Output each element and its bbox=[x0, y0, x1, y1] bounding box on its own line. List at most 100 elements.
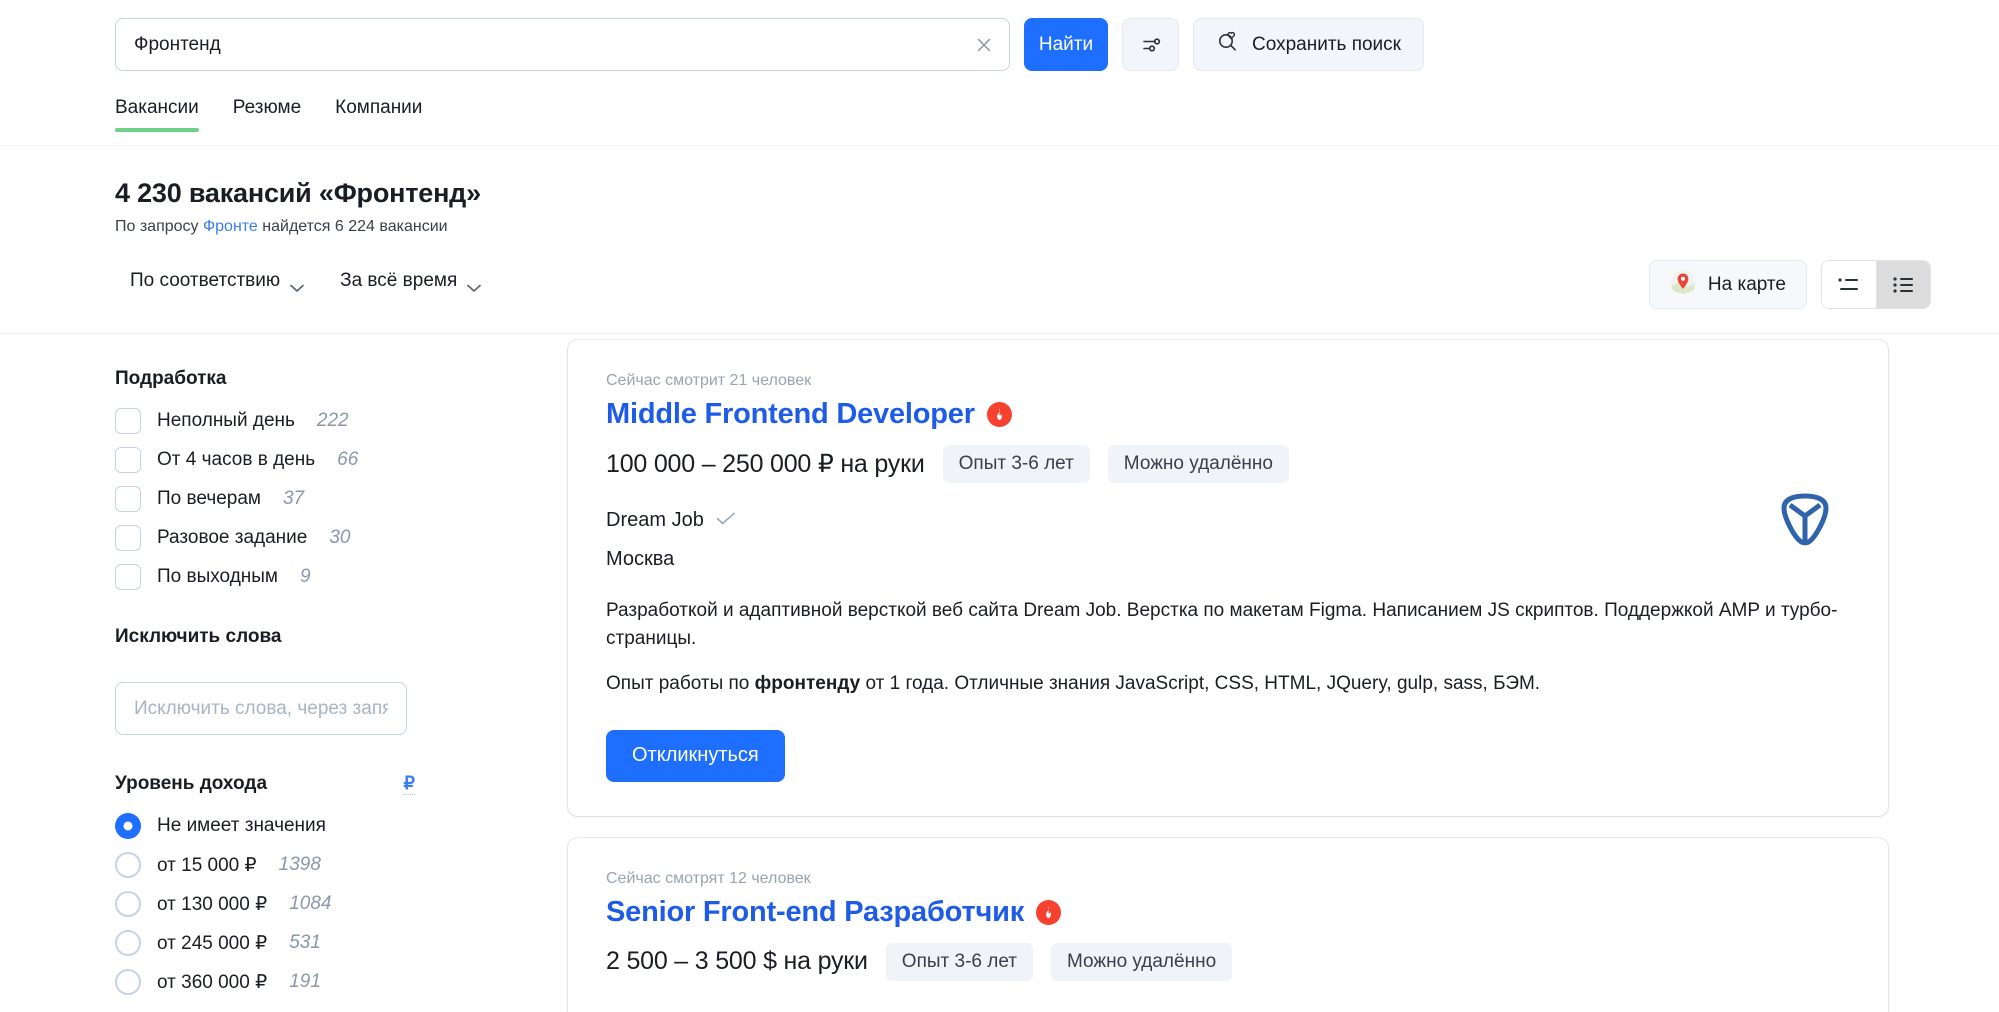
filter-option-count: 30 bbox=[329, 527, 350, 549]
filter-option-from-4-hours[interactable]: От 4 часов в день 66 bbox=[115, 447, 515, 473]
vacancy-description-1: Разработкой и адаптивной версткой веб са… bbox=[606, 597, 1846, 652]
hot-flame-icon bbox=[987, 402, 1012, 427]
checkbox-icon[interactable] bbox=[115, 486, 141, 512]
chevron-down-icon bbox=[467, 277, 481, 286]
filter-option-evenings[interactable]: По вечерам 37 bbox=[115, 486, 515, 512]
filter-option-weekends[interactable]: По выходным 9 bbox=[115, 564, 515, 590]
filter-option-label: По вечерам bbox=[157, 488, 261, 510]
vacancy-title-link[interactable]: Middle Frontend Developer bbox=[606, 398, 1850, 431]
tab-resumes[interactable]: Резюме bbox=[233, 97, 301, 132]
sliders-icon[interactable] bbox=[1122, 18, 1179, 71]
remote-chip: Можно удалённо bbox=[1108, 445, 1289, 483]
hot-flame-icon bbox=[1036, 900, 1061, 925]
vacancy-card[interactable]: Сейчас смотрят 12 человек Senior Front-e… bbox=[568, 838, 1888, 1012]
filter-option-count: 222 bbox=[317, 410, 349, 432]
tab-companies[interactable]: Компании bbox=[335, 97, 422, 132]
income-option-any[interactable]: Не имеет значения bbox=[115, 813, 515, 839]
pay-row: 2 500 – 3 500 $ на руки Опыт 3-6 лет Мож… bbox=[606, 943, 1850, 981]
filter-group-title-income-row: Уровень дохода ₽ bbox=[115, 773, 415, 795]
vacancy-title-text: Middle Frontend Developer bbox=[606, 398, 975, 431]
desc2-suffix: от 1 года. Отличные знания JavaScript, C… bbox=[860, 673, 1540, 694]
view-toggle bbox=[1821, 260, 1931, 309]
search-results-page: Найти Сохранить поиск bbox=[0, 0, 1999, 1012]
save-search-label: Сохранить поиск bbox=[1252, 34, 1401, 56]
experience-chip: Опыт 3-6 лет bbox=[886, 943, 1033, 981]
sort-relevance-dropdown[interactable]: По соответствию bbox=[130, 270, 304, 292]
vacancy-card[interactable]: Сейчас смотрит 21 человек Middle Fronten… bbox=[568, 340, 1888, 816]
desc2-highlight: фронтенду bbox=[755, 673, 861, 694]
company-name: Dream Job bbox=[606, 509, 704, 532]
radio-icon[interactable] bbox=[115, 813, 141, 839]
filter-group-title-partwork: Подработка bbox=[115, 368, 515, 390]
sort-row: По соответствию За всё время bbox=[130, 270, 481, 292]
top-bar: Найти Сохранить поиск bbox=[0, 0, 1999, 146]
company-city: Москва bbox=[606, 548, 1850, 571]
income-option-130000[interactable]: от 130 000 ₽ 1084 bbox=[115, 891, 515, 917]
exclude-words-group: Исключить слова bbox=[115, 626, 515, 735]
page-title: 4 230 вакансий «Фронтенд» bbox=[115, 178, 481, 209]
income-option-245000[interactable]: от 245 000 ₽ 531 bbox=[115, 930, 515, 956]
filter-group-title-exclude: Исключить слова bbox=[115, 626, 515, 648]
vacancy-description-2: Опыт работы по фронтенду от 1 года. Отли… bbox=[606, 670, 1846, 698]
filter-option-count: 9 bbox=[300, 566, 311, 588]
radio-icon[interactable] bbox=[115, 969, 141, 995]
tabs: Вакансии Резюме Компании bbox=[115, 97, 422, 132]
filter-option-label: От 4 часов в день bbox=[157, 449, 315, 471]
search-input[interactable] bbox=[134, 19, 991, 70]
radio-icon[interactable] bbox=[115, 852, 141, 878]
search-field[interactable] bbox=[115, 18, 1010, 71]
filter-option-count: 37 bbox=[283, 488, 304, 510]
close-icon[interactable] bbox=[971, 32, 997, 58]
salary-text: 100 000 – 250 000 ₽ на руки bbox=[606, 449, 925, 479]
checkbox-icon[interactable] bbox=[115, 564, 141, 590]
view-controls: На карте bbox=[1649, 260, 1931, 309]
chevron-down-icon bbox=[290, 277, 304, 286]
subtitle-query-link[interactable]: Фронте bbox=[203, 218, 258, 235]
sort-relevance-label: По соответствию bbox=[130, 270, 280, 292]
income-option-15000[interactable]: от 15 000 ₽ 1398 bbox=[115, 852, 515, 878]
vacancy-title-text: Senior Front-end Разработчик bbox=[606, 896, 1024, 929]
checkbox-icon[interactable] bbox=[115, 447, 141, 473]
apply-button[interactable]: Откликнуться bbox=[606, 730, 785, 782]
subtitle-suffix: найдется 6 224 вакансии bbox=[258, 218, 448, 235]
remote-chip: Можно удалённо bbox=[1051, 943, 1232, 981]
filters-sidebar: Подработка Неполный день 222 От 4 часов … bbox=[115, 368, 515, 1008]
results-header: 4 230 вакансий «Фронтенд» По запросу Фро… bbox=[115, 178, 481, 236]
results-divider bbox=[0, 333, 1999, 334]
company-row[interactable]: Dream Job bbox=[606, 509, 1850, 532]
filter-group-title-income: Уровень дохода bbox=[115, 773, 267, 795]
tab-vacancies[interactable]: Вакансии bbox=[115, 97, 199, 132]
search-heart-icon bbox=[1216, 30, 1240, 60]
map-view-button[interactable]: На карте bbox=[1649, 260, 1807, 309]
vacancy-title-link[interactable]: Senior Front-end Разработчик bbox=[606, 896, 1850, 929]
viewers-count: Сейчас смотрят 12 человек bbox=[606, 870, 1850, 888]
subtitle-prefix: По запросу bbox=[115, 218, 203, 235]
radio-icon[interactable] bbox=[115, 930, 141, 956]
filter-option-part-day[interactable]: Неполный день 222 bbox=[115, 408, 515, 434]
income-option-label: от 15 000 ₽ bbox=[157, 854, 257, 877]
results-subtitle: По запросу Фронте найдется 6 224 ваканси… bbox=[115, 218, 481, 236]
vacancy-list: Сейчас смотрит 21 человек Middle Fronten… bbox=[568, 340, 1888, 1012]
currency-toggle[interactable]: ₽ bbox=[404, 773, 415, 795]
income-option-label: от 130 000 ₽ bbox=[157, 893, 267, 916]
salary-text: 2 500 – 3 500 $ на руки bbox=[606, 947, 868, 976]
income-option-label: Не имеет значения bbox=[157, 815, 326, 837]
checkbox-icon[interactable] bbox=[115, 525, 141, 551]
search-row: Найти Сохранить поиск bbox=[115, 18, 1424, 71]
experience-chip: Опыт 3-6 лет bbox=[943, 445, 1090, 483]
list-detailed-icon[interactable] bbox=[1876, 261, 1930, 308]
sort-period-dropdown[interactable]: За всё время bbox=[340, 270, 481, 292]
income-option-label: от 360 000 ₽ bbox=[157, 971, 267, 994]
income-option-count: 531 bbox=[289, 932, 321, 954]
filter-option-label: По выходным bbox=[157, 566, 278, 588]
find-button[interactable]: Найти bbox=[1024, 18, 1108, 71]
income-option-360000[interactable]: от 360 000 ₽ 191 bbox=[115, 969, 515, 995]
filter-option-one-time-task[interactable]: Разовое задание 30 bbox=[115, 525, 515, 551]
exclude-words-input[interactable] bbox=[115, 682, 407, 735]
list-compact-icon[interactable] bbox=[1822, 261, 1876, 308]
save-search-button[interactable]: Сохранить поиск bbox=[1193, 18, 1424, 71]
checkbox-icon[interactable] bbox=[115, 408, 141, 434]
radio-icon[interactable] bbox=[115, 891, 141, 917]
map-pin-icon bbox=[1670, 269, 1696, 301]
verified-check-icon bbox=[716, 509, 736, 532]
